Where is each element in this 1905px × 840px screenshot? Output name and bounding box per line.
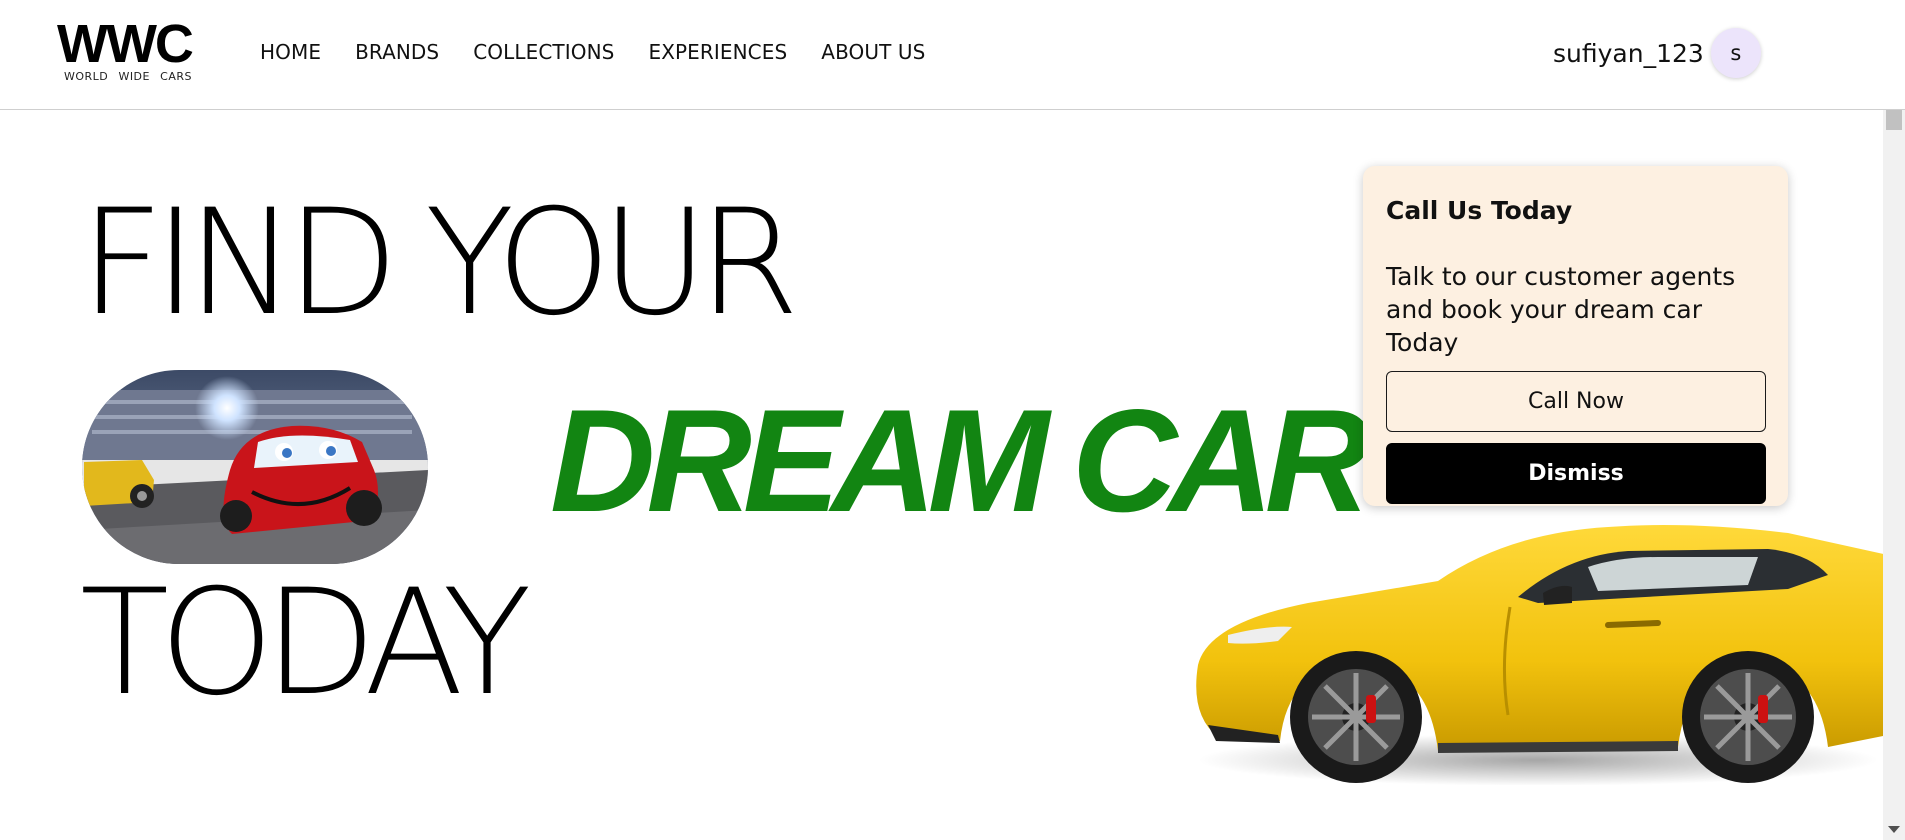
logo-tagline-word: WIDE xyxy=(118,70,150,83)
card-text: Talk to our customer agents and book you… xyxy=(1386,262,1736,357)
race-car-cartoon-image xyxy=(82,370,428,564)
logo-tagline-word: WORLD xyxy=(64,70,109,83)
hero-heading-line1: FIND YOUR xyxy=(80,178,800,348)
scrollbar-thumb[interactable] xyxy=(1886,110,1902,130)
main-nav: HOME BRANDS COLLECTIONS EXPERIENCES ABOU… xyxy=(260,40,925,64)
dismiss-button[interactable]: Dismiss xyxy=(1386,443,1766,504)
card-title: Call Us Today xyxy=(1386,196,1573,225)
yellow-sports-car-image xyxy=(1188,515,1888,786)
call-us-card: Call Us Today Talk to our customer agent… xyxy=(1363,166,1788,506)
logo-mark: WWC xyxy=(57,14,194,74)
avatar[interactable]: s xyxy=(1710,28,1761,78)
call-now-button[interactable]: Call Now xyxy=(1386,371,1766,432)
logo-tagline-word: CARS xyxy=(160,70,192,83)
brand-logo[interactable]: WWC WORLD WIDE CARS xyxy=(57,14,197,83)
nav-about-us[interactable]: ABOUT US xyxy=(821,40,925,64)
scroll-down-arrow-icon[interactable] xyxy=(1888,826,1900,833)
logo-tagline: WORLD WIDE CARS xyxy=(64,70,192,83)
nav-home[interactable]: HOME xyxy=(260,40,321,64)
hero-heading-line3: TODAY xyxy=(80,558,532,728)
page-scrollbar[interactable] xyxy=(1883,110,1905,840)
hero-highlight: DREAM CAR xyxy=(550,379,1370,542)
nav-experiences[interactable]: EXPERIENCES xyxy=(648,40,787,64)
site-header: WWC WORLD WIDE CARS HOME BRANDS COLLECTI… xyxy=(0,0,1905,110)
username[interactable]: sufiyan_123 xyxy=(1553,39,1704,68)
nav-brands[interactable]: BRANDS xyxy=(355,40,439,64)
nav-collections[interactable]: COLLECTIONS xyxy=(473,40,614,64)
user-menu[interactable]: sufiyan_123 s xyxy=(1553,28,1761,78)
